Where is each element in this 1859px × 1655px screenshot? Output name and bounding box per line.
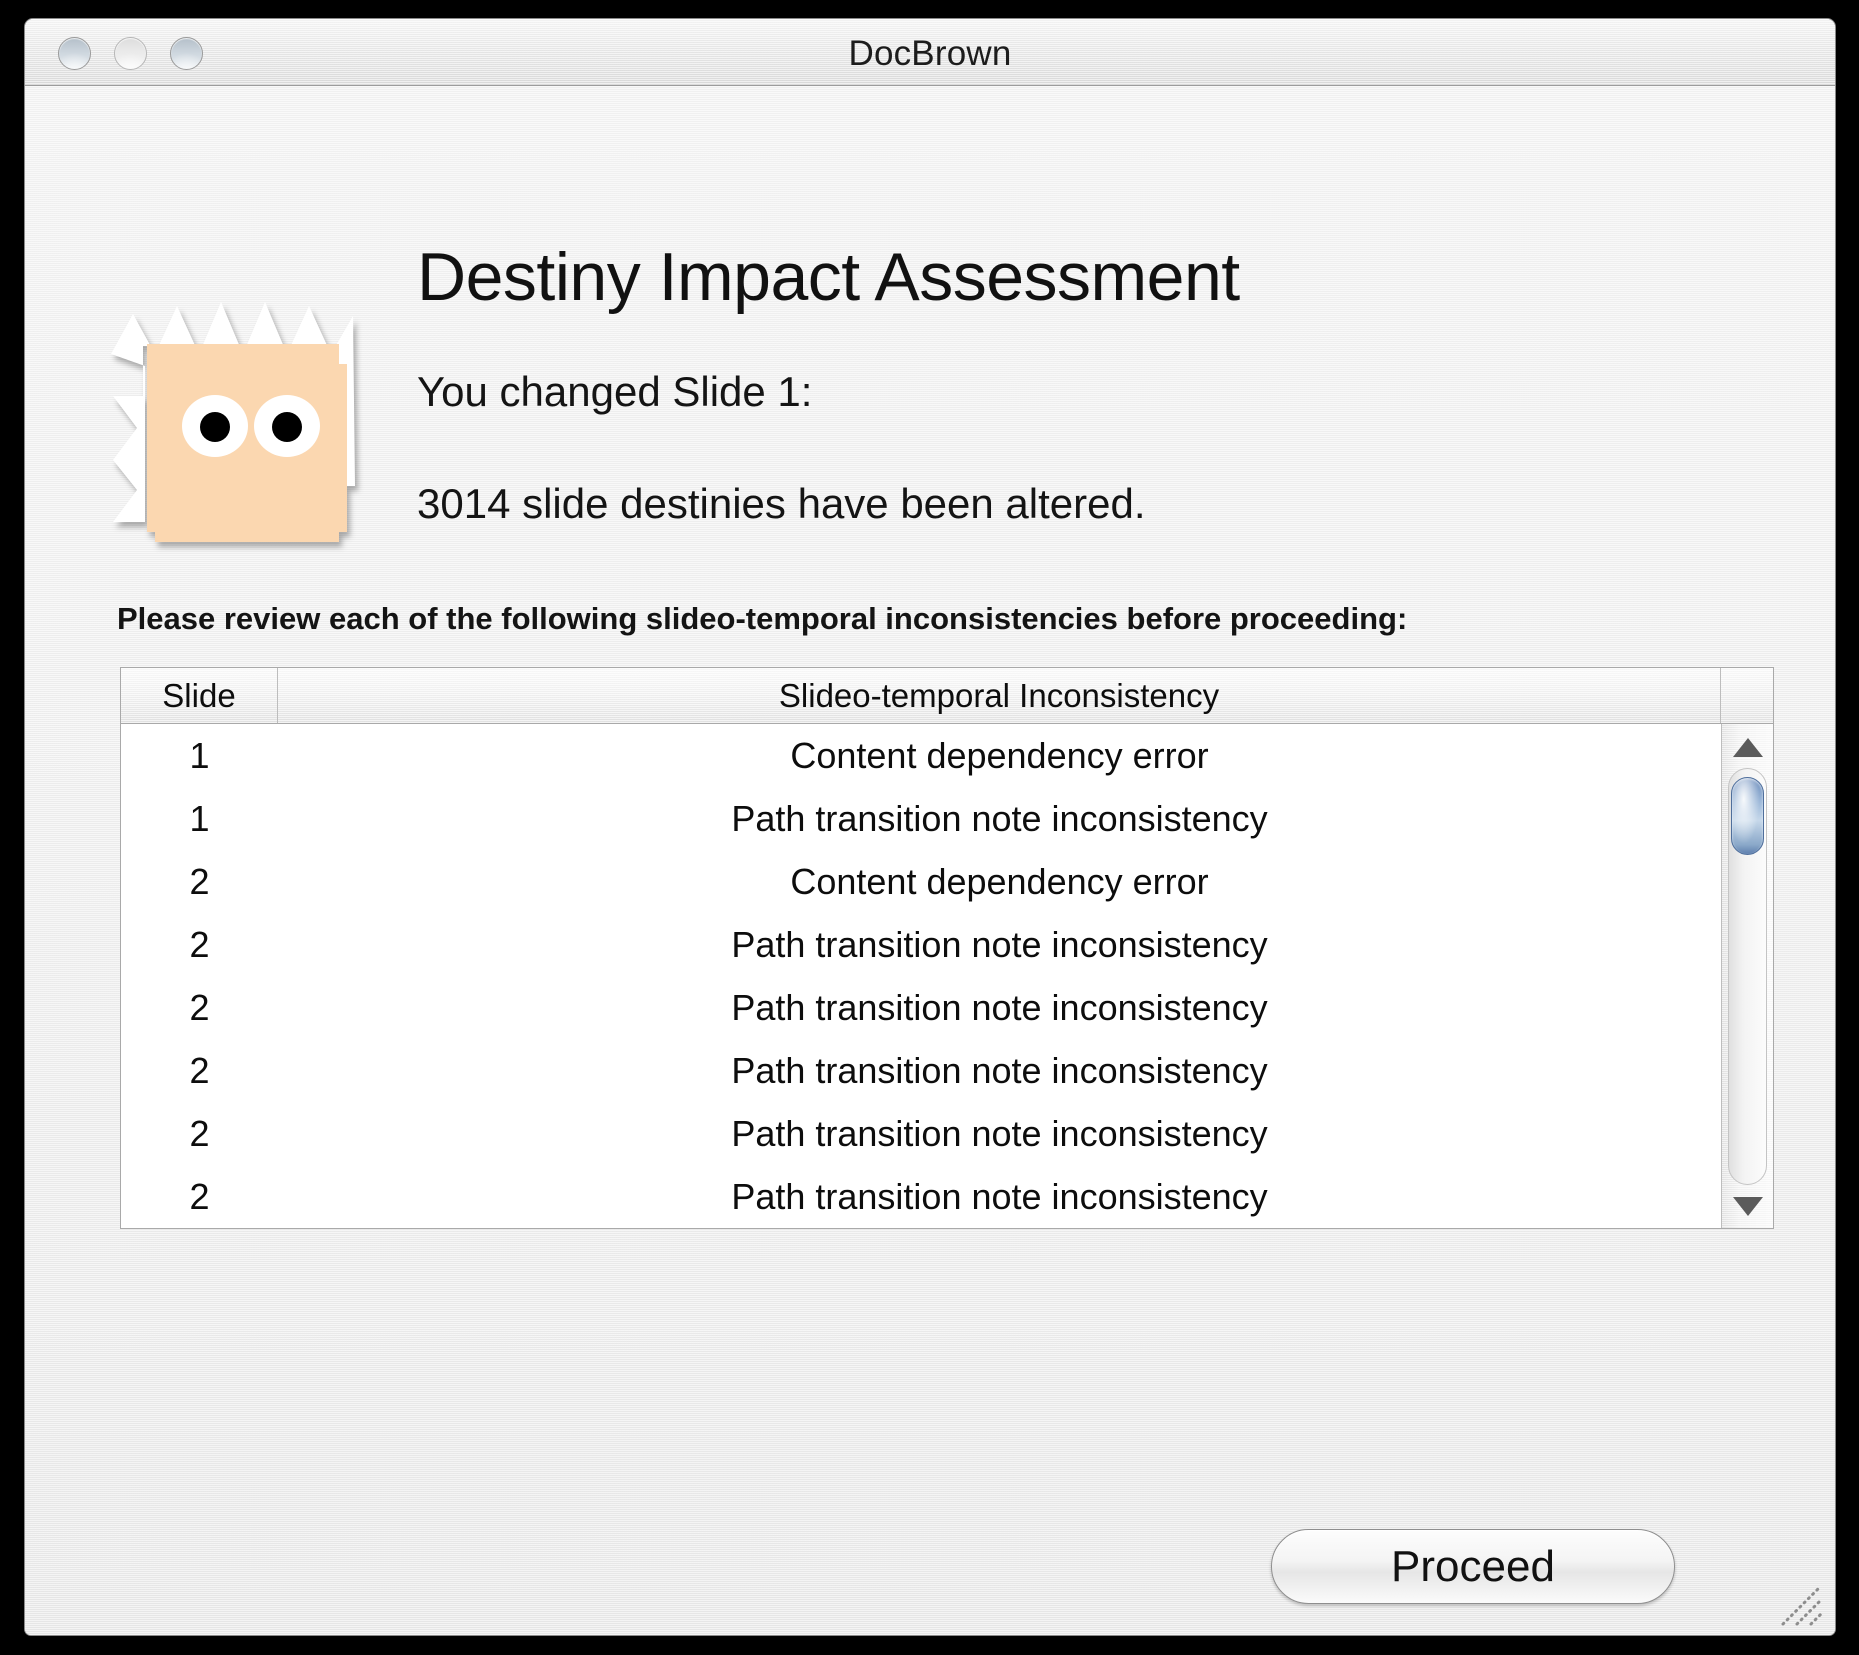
- destiny-count: 3014 slide destinies have been altered.: [417, 480, 1146, 527]
- doc-brown-face-icon: [103, 246, 373, 546]
- cell-slide-number: 1: [189, 734, 210, 776]
- table-row[interactable]: 2 Path transition note inconsistency: [121, 1165, 1721, 1228]
- scroll-down-arrow-icon[interactable]: [1722, 1185, 1773, 1227]
- cell-inconsistency: Path transition note inconsistency: [731, 986, 1268, 1028]
- cell-inconsistency: Path transition note inconsistency: [731, 923, 1268, 965]
- table-row[interactable]: 2 Path transition note inconsistency: [121, 976, 1721, 1039]
- table-row[interactable]: 1 Path transition note inconsistency: [121, 787, 1721, 850]
- table-row[interactable]: 2 Path transition note inconsistency: [121, 1039, 1721, 1102]
- page-title: Destiny Impact Assessment: [417, 239, 1240, 315]
- cell-inconsistency: Path transition note inconsistency: [731, 1049, 1268, 1091]
- table-row[interactable]: 1 Content dependency error: [121, 724, 1721, 787]
- resize-grip-icon[interactable]: [1771, 1578, 1829, 1630]
- dialog-body: Destiny Impact Assessment You changed Sl…: [25, 86, 1835, 1635]
- cell-slide-number: 2: [189, 1112, 210, 1154]
- table-body: 1 Content dependency error 1 Path transitio…: [121, 724, 1773, 1228]
- column-header-spacer: [1721, 668, 1773, 723]
- proceed-button[interactable]: Proceed: [1271, 1529, 1675, 1604]
- window-titlebar: DocBrown: [25, 19, 1835, 86]
- window-title: DocBrown: [848, 34, 1012, 73]
- cell-inconsistency: Content dependency error: [790, 860, 1209, 902]
- cell-inconsistency: Path transition note inconsistency: [731, 797, 1268, 839]
- column-header-slide[interactable]: Slide: [121, 668, 278, 723]
- table-row[interactable]: 2 Content dependency error: [121, 850, 1721, 913]
- scrollbar-thumb[interactable]: [1731, 777, 1764, 855]
- table-header-row: Slide Slideo-temporal Inconsistency: [121, 668, 1773, 724]
- cell-slide-number: 2: [189, 923, 210, 965]
- cell-inconsistency: Content dependency error: [790, 734, 1209, 776]
- table-rows: 1 Content dependency error 1 Path transitio…: [121, 724, 1721, 1228]
- cell-slide-number: 2: [189, 986, 210, 1028]
- cell-inconsistency: Path transition note inconsistency: [731, 1175, 1268, 1217]
- review-instruction: Please review each of the following slid…: [117, 601, 1408, 636]
- change-summary: You changed Slide 1:: [417, 368, 813, 415]
- vertical-scrollbar[interactable]: [1721, 724, 1773, 1228]
- cell-inconsistency: Path transition note inconsistency: [731, 1112, 1268, 1154]
- column-header-inconsistency[interactable]: Slideo-temporal Inconsistency: [278, 668, 1721, 723]
- cell-slide-number: 2: [189, 1049, 210, 1091]
- cell-slide-number: 2: [189, 1175, 210, 1217]
- table-row[interactable]: 2 Path transition note inconsistency: [121, 1102, 1721, 1165]
- scrollbar-track[interactable]: [1728, 768, 1767, 1185]
- cell-slide-number: 2: [189, 860, 210, 902]
- scroll-up-arrow-icon[interactable]: [1722, 726, 1773, 768]
- cell-slide-number: 1: [189, 797, 210, 839]
- table-row[interactable]: 2 Path transition note inconsistency: [121, 913, 1721, 976]
- inconsistency-table: Slide Slideo-temporal Inconsistency 1 Con…: [120, 667, 1774, 1229]
- application-window: DocBrown Destiny Impact Assessment You c…: [24, 18, 1836, 1636]
